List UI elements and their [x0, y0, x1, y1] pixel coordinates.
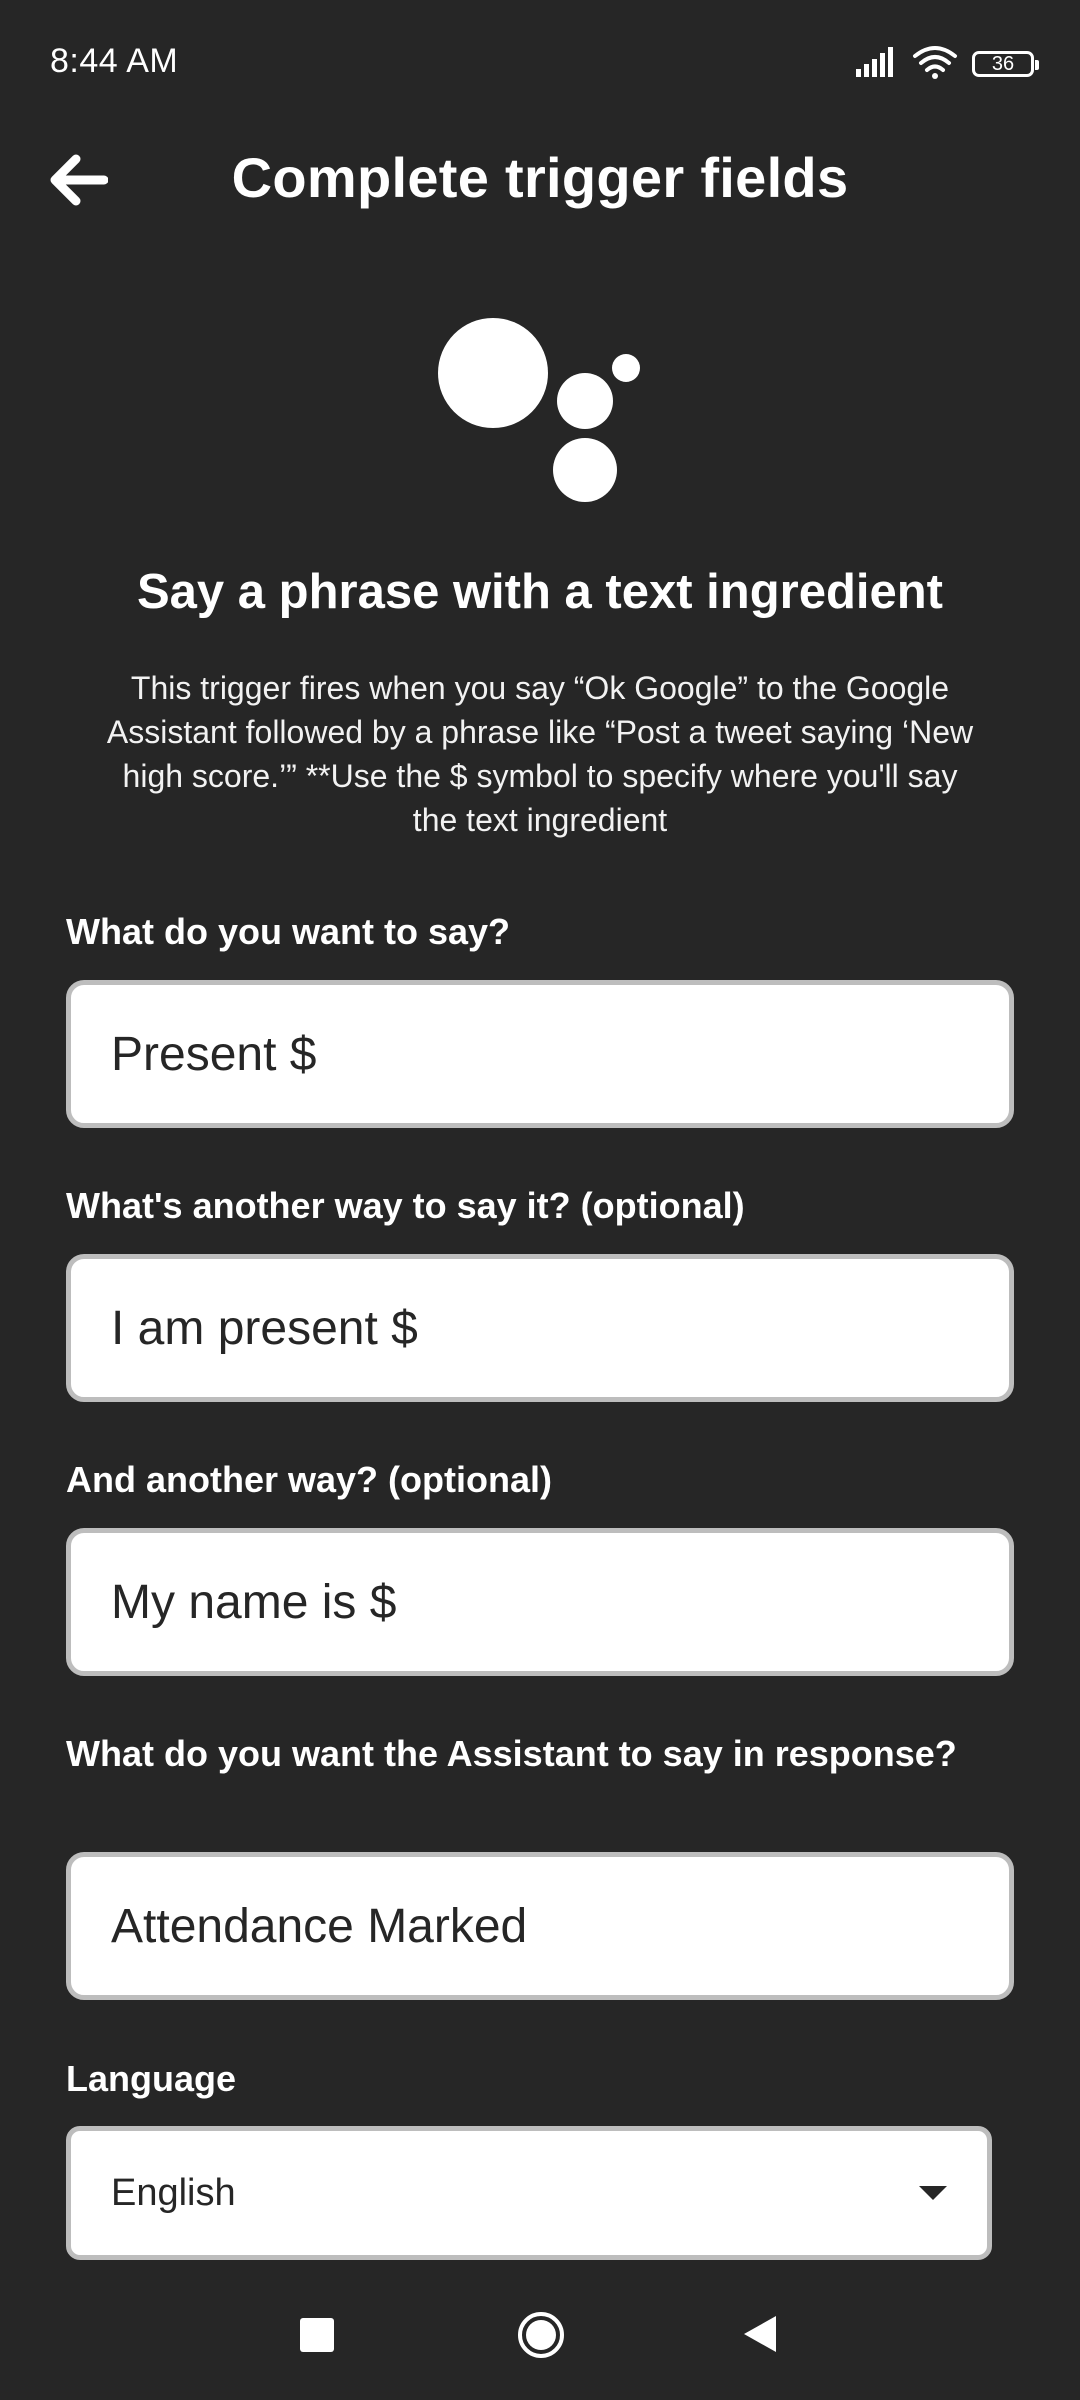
response-input-value: Attendance Marked: [111, 1899, 528, 1953]
recents-square-icon[interactable]: [300, 2318, 334, 2352]
response-label: What do you want the Assistant to say in…: [66, 1733, 957, 1774]
phrase2-input[interactable]: I am present $: [66, 1254, 1014, 1402]
language-select-value: English: [111, 2171, 236, 2214]
battery-icon: 36: [972, 51, 1039, 77]
status-time: 8:44 AM: [50, 42, 179, 80]
page-title: Complete trigger fields: [231, 146, 849, 209]
phrase3-input[interactable]: My name is $: [66, 1528, 1014, 1676]
google-assistant-logo: [438, 318, 640, 502]
battery-level: 36: [991, 52, 1015, 75]
phrase-label: What do you want to say?: [66, 911, 511, 952]
phrase-input-value: Present $: [111, 1027, 317, 1081]
response-input[interactable]: Attendance Marked: [66, 1852, 1014, 2000]
status-icons: 36: [854, 44, 1039, 84]
phrase-input[interactable]: Present $: [66, 980, 1014, 1128]
trigger-heading: Say a phrase with a text ingredient: [136, 565, 943, 619]
phrase2-label: What's another way to say it? (optional): [66, 1185, 745, 1226]
signal-icon: [854, 46, 898, 82]
phrase3-input-value: My name is $: [111, 1575, 397, 1629]
trigger-description: This trigger fires when you say “Ok Goog…: [106, 670, 974, 838]
caret-down-icon: [919, 2186, 947, 2200]
language-select[interactable]: English: [66, 2126, 992, 2260]
phrase3-label: And another way? (optional): [66, 1459, 552, 1500]
back-triangle-icon[interactable]: [742, 2314, 778, 2354]
language-label: Language: [66, 2058, 237, 2099]
home-circle-icon[interactable]: [516, 2310, 566, 2360]
phrase2-input-value: I am present $: [111, 1301, 418, 1355]
wifi-icon: [912, 45, 958, 84]
